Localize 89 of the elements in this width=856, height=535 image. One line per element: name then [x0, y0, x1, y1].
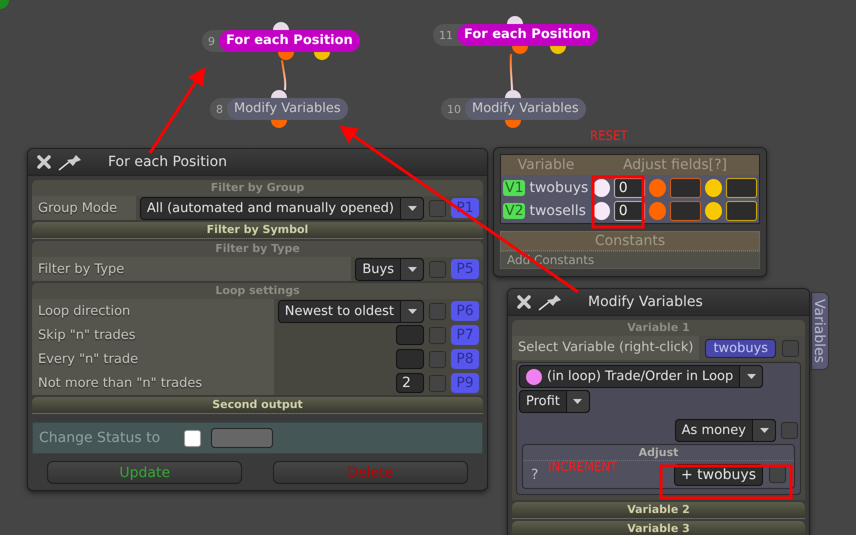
- checkbox[interactable]: [782, 340, 800, 356]
- caret-icon: [408, 308, 416, 314]
- pin-icon[interactable]: [538, 293, 564, 311]
- annotation-label: INCREMENT: [548, 460, 618, 475]
- port-icon[interactable]: [505, 90, 522, 98]
- field-label: Every "n" trade: [32, 347, 274, 371]
- port-icon[interactable]: [704, 178, 722, 196]
- canvas-node[interactable]: 9 For each Position: [202, 30, 360, 52]
- status-field[interactable]: [211, 428, 274, 448]
- port-icon[interactable]: [550, 46, 566, 54]
- port-icon[interactable]: [704, 202, 722, 220]
- port-icon[interactable]: [278, 52, 294, 60]
- number-field[interactable]: 2: [396, 373, 424, 393]
- number-field[interactable]: [396, 349, 424, 369]
- connector-line: [510, 54, 513, 90]
- variable-name[interactable]: twobuys: [529, 180, 589, 196]
- variable-name[interactable]: twosells: [529, 202, 589, 218]
- checkbox[interactable]: [429, 374, 446, 392]
- column-header: Variable: [516, 157, 576, 173]
- update-button[interactable]: Update: [47, 461, 242, 484]
- section-header: Constants: [500, 231, 760, 251]
- highlight-box: [592, 176, 644, 228]
- close-icon[interactable]: [36, 154, 52, 170]
- caret-icon: [573, 399, 582, 404]
- variable-tag[interactable]: twobuys: [705, 338, 776, 358]
- section-header: Adjust: [523, 445, 794, 461]
- dropdown[interactable]: (in loop) Trade/Order in Loop: [519, 365, 764, 388]
- node-label: For each Position: [457, 24, 598, 46]
- dropdown[interactable]: All (automated and manually opened): [140, 196, 424, 220]
- value-field[interactable]: 0: [614, 200, 645, 220]
- field-label: Filter by Type: [32, 257, 352, 281]
- node-label: Modify Variables: [465, 98, 586, 120]
- node-label: Modify Variables: [227, 98, 348, 120]
- checkbox[interactable]: [429, 350, 446, 368]
- value-field[interactable]: [726, 200, 758, 220]
- window-title: Modify Variables: [588, 294, 703, 310]
- node-number: 10: [446, 102, 462, 116]
- checkbox[interactable]: [429, 302, 446, 320]
- connector-line: [281, 60, 286, 90]
- number-field[interactable]: [396, 325, 424, 345]
- field-label: Group Mode: [32, 196, 136, 220]
- circle-icon: [526, 368, 542, 384]
- checkbox[interactable]: [429, 200, 446, 216]
- port-icon[interactable]: [272, 22, 289, 30]
- pin-icon[interactable]: [58, 153, 84, 171]
- window-title: For each Position: [108, 154, 228, 170]
- checkbox[interactable]: [781, 422, 798, 439]
- dropdown[interactable]: Buys: [355, 258, 424, 280]
- variable-id: V1: [503, 180, 526, 196]
- section-header[interactable]: Variable 2: [512, 502, 805, 519]
- value-field[interactable]: [726, 178, 758, 198]
- canvas-node[interactable]: 11 For each Position: [433, 24, 598, 46]
- column-header: Adjust fields[?]: [622, 157, 728, 173]
- field-label: Select Variable (right-click): [512, 336, 700, 360]
- checkbox[interactable]: [429, 326, 446, 344]
- side-tab[interactable]: Variables: [811, 292, 829, 370]
- port-icon[interactable]: [507, 16, 524, 24]
- dropdown[interactable]: Profit: [519, 390, 590, 413]
- port-icon[interactable]: [505, 120, 522, 128]
- caret-icon: [408, 206, 416, 210]
- dropdown[interactable]: Newest to oldest: [278, 300, 424, 322]
- port-icon[interactable]: [270, 120, 287, 128]
- section-header[interactable]: Filter by Symbol: [32, 222, 483, 239]
- node-number: 9: [207, 34, 216, 48]
- checkbox[interactable]: [429, 260, 446, 278]
- field-label: Loop direction: [32, 299, 274, 323]
- dropdown[interactable]: As money: [674, 419, 776, 442]
- field-label: Not more than "n" trades: [32, 371, 274, 395]
- variable-id: V2: [503, 202, 526, 218]
- annotation-label: RESET: [590, 129, 628, 144]
- field-label: Change Status to: [39, 430, 160, 446]
- value-field[interactable]: [670, 200, 701, 220]
- node-number: 11: [438, 28, 454, 42]
- section-header[interactable]: Second output: [32, 397, 483, 414]
- caret-icon: [746, 374, 756, 379]
- section-header[interactable]: Variable 3: [512, 521, 805, 535]
- port-icon[interactable]: [512, 46, 528, 54]
- port-icon[interactable]: [314, 52, 330, 60]
- node-number: 8: [215, 102, 224, 116]
- canvas-node[interactable]: 10 Modify Variables: [441, 98, 586, 120]
- caret-icon: [760, 428, 768, 433]
- canvas-node[interactable]: 8 Modify Variables: [210, 98, 348, 120]
- field-label: Skip "n" trades: [32, 323, 274, 347]
- caret-icon: [408, 266, 416, 272]
- value-field[interactable]: [670, 178, 701, 198]
- node-label: For each Position: [219, 30, 360, 52]
- checkbox[interactable]: [184, 430, 202, 446]
- port-icon[interactable]: [270, 90, 287, 98]
- close-icon[interactable]: [516, 294, 532, 310]
